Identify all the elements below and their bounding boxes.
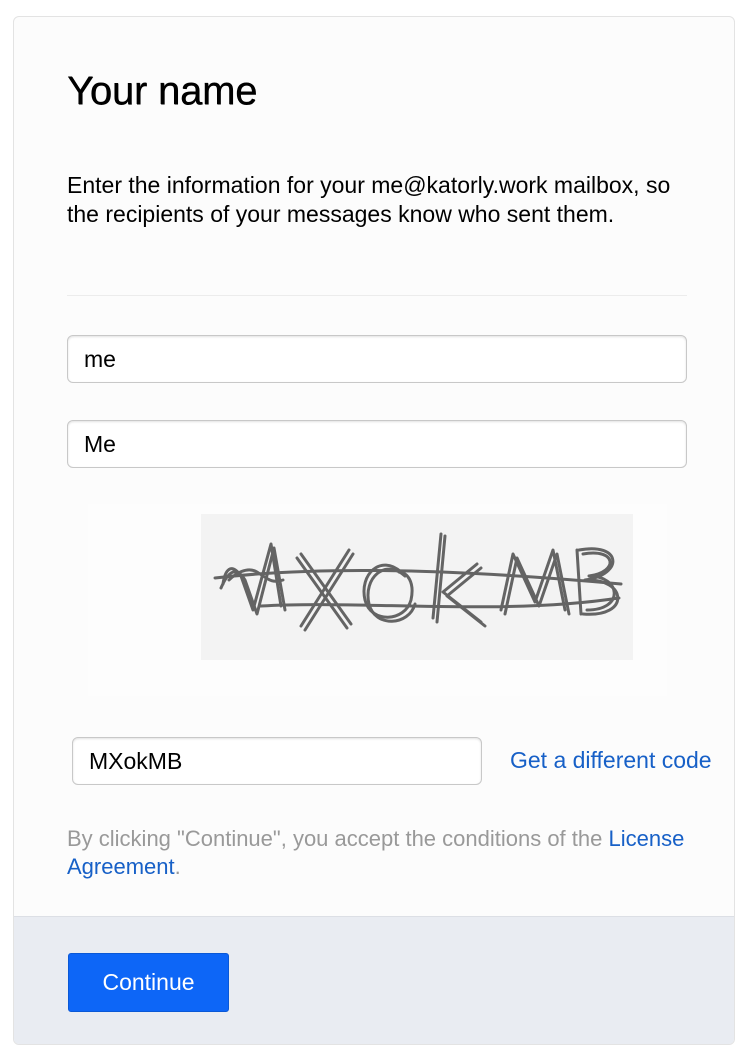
page-description: Enter the information for your me@katorl… (67, 172, 671, 227)
last-name-input[interactable] (67, 420, 687, 468)
captcha-drawing (213, 532, 623, 632)
license-notice-suffix: . (174, 854, 181, 879)
captcha-area (88, 504, 667, 696)
captcha-image (201, 514, 633, 660)
license-notice-text: By clicking "Continue", you accept the c… (67, 826, 609, 851)
get-different-code-link[interactable]: Get a different code (510, 747, 712, 774)
first-name-input[interactable] (67, 335, 687, 383)
divider (67, 295, 687, 296)
page-title: Your name (67, 69, 258, 113)
captcha-input[interactable] (72, 737, 482, 785)
continue-button[interactable]: Continue (68, 953, 229, 1012)
license-notice: By clicking "Continue", you accept the c… (67, 825, 707, 881)
footer-bar: Continue (14, 916, 734, 1044)
name-setup-card: Your name Enter the information for your… (13, 16, 735, 1045)
